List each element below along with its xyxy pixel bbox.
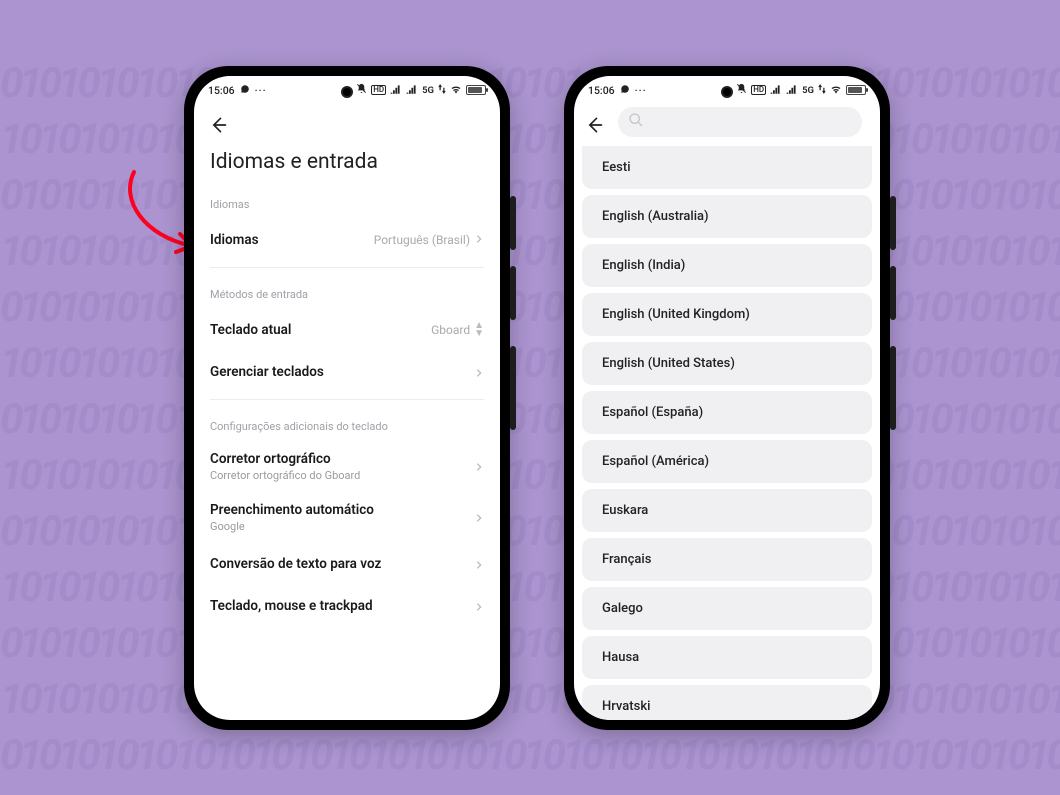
row-peripherals[interactable]: Teclado, mouse e trackpad <box>194 585 500 627</box>
divider <box>210 267 484 268</box>
statusbar-time: 15:06 <box>588 84 615 97</box>
section-input-methods: Métodos de entrada <box>194 274 500 309</box>
row-spellcheck-sub: Corretor ortográfico do Gboard <box>210 469 360 482</box>
page-title: Idiomas e entrada <box>194 146 500 184</box>
language-item-label: English (India) <box>602 258 685 273</box>
row-peripherals-label: Teclado, mouse e trackpad <box>210 598 373 614</box>
network-label: 5G <box>802 85 814 96</box>
language-list[interactable]: Eesti English (Australia) English (India… <box>574 146 880 720</box>
language-item[interactable]: English (India) <box>582 244 872 287</box>
language-item-label: Español (América) <box>602 454 709 469</box>
row-languages-label: Idiomas <box>210 232 259 248</box>
language-item-label: Euskara <box>602 503 648 518</box>
row-languages[interactable]: Idiomas Português (Brasil) <box>194 219 500 261</box>
hd-icon: HD <box>371 85 386 95</box>
bell-off-icon <box>736 83 747 97</box>
phone-frame-left: 15:06 ··· HD <box>184 66 510 730</box>
signal-icon <box>770 84 782 97</box>
language-item[interactable]: Euskara <box>582 489 872 532</box>
language-item-label: Français <box>602 552 651 567</box>
row-autofill[interactable]: Preenchimento automático Google <box>194 492 500 543</box>
front-camera-icon <box>721 86 733 98</box>
language-item-label: Hausa <box>602 650 639 665</box>
bell-off-icon <box>356 83 367 97</box>
chevron-right-icon <box>474 508 484 527</box>
phone-frame-right: 15:06 ··· HD <box>564 66 890 730</box>
more-icon: ··· <box>635 84 647 97</box>
row-tts-label: Conversão de texto para voz <box>210 556 381 572</box>
language-item[interactable]: Hrvatski <box>582 685 872 720</box>
row-tts[interactable]: Conversão de texto para voz <box>194 543 500 585</box>
language-item[interactable]: Español (América) <box>582 440 872 483</box>
signal-icon <box>390 84 402 97</box>
back-button[interactable] <box>584 115 604 135</box>
more-icon: ··· <box>255 84 267 97</box>
language-item-label: Eesti <box>602 160 631 175</box>
row-manage-keyboards[interactable]: Gerenciar teclados <box>194 351 500 393</box>
screen-right: 15:06 ··· HD <box>574 76 880 720</box>
divider <box>210 399 484 400</box>
data-arrows-icon <box>818 84 826 97</box>
language-item[interactable]: English (Australia) <box>582 195 872 238</box>
language-item[interactable]: English (United States) <box>582 342 872 385</box>
row-languages-value: Português (Brasil) <box>374 233 470 247</box>
section-languages: Idiomas <box>194 184 500 219</box>
network-label: 5G <box>422 85 434 96</box>
language-item[interactable]: Hausa <box>582 636 872 679</box>
back-button[interactable] <box>208 115 228 135</box>
row-current-keyboard[interactable]: Teclado atual Gboard ▲▼ <box>194 309 500 351</box>
language-item-label: English (United States) <box>602 356 735 371</box>
wifi-icon <box>830 84 842 97</box>
language-item-label: English (Australia) <box>602 209 709 224</box>
screen-left: 15:06 ··· HD <box>194 76 500 720</box>
language-item[interactable]: Español (España) <box>582 391 872 434</box>
signal-icon-2 <box>406 84 418 97</box>
row-spellcheck[interactable]: Corretor ortográfico Corretor ortográfic… <box>194 441 500 492</box>
row-spellcheck-label: Corretor ortográfico <box>210 451 360 467</box>
battery-icon <box>846 85 866 95</box>
chevron-right-icon <box>474 363 484 382</box>
language-item-label: Hrvatski <box>602 699 650 714</box>
sort-icon: ▲▼ <box>474 322 484 338</box>
language-item[interactable]: Eesti <box>582 146 872 189</box>
language-item[interactable]: Galego <box>582 587 872 630</box>
row-current-keyboard-label: Teclado atual <box>210 322 291 338</box>
chevron-right-icon <box>474 555 484 574</box>
language-item[interactable]: English (United Kingdom) <box>582 293 872 336</box>
row-current-keyboard-value: Gboard <box>431 323 470 337</box>
section-additional: Configurações adicionais do teclado <box>194 406 500 441</box>
language-item-label: Español (España) <box>602 405 703 420</box>
row-manage-keyboards-label: Gerenciar teclados <box>210 364 324 380</box>
chevron-right-icon <box>474 457 484 476</box>
row-autofill-sub: Google <box>210 520 374 533</box>
wifi-icon <box>450 84 462 97</box>
search-input[interactable] <box>618 107 862 137</box>
data-arrows-icon <box>438 84 446 97</box>
search-icon <box>628 112 644 132</box>
chevron-right-icon <box>474 597 484 616</box>
front-camera-icon <box>341 86 353 98</box>
signal-icon-2 <box>786 84 798 97</box>
language-item-label: Galego <box>602 601 643 616</box>
language-item[interactable]: Français <box>582 538 872 581</box>
row-autofill-label: Preenchimento automático <box>210 502 374 518</box>
statusbar-time: 15:06 <box>208 84 235 97</box>
chat-bubble-icon <box>620 84 630 97</box>
language-item-label: English (United Kingdom) <box>602 307 750 322</box>
battery-icon <box>466 85 486 95</box>
hd-icon: HD <box>751 85 766 95</box>
chevron-right-icon <box>474 233 484 247</box>
chat-bubble-icon <box>240 84 250 97</box>
